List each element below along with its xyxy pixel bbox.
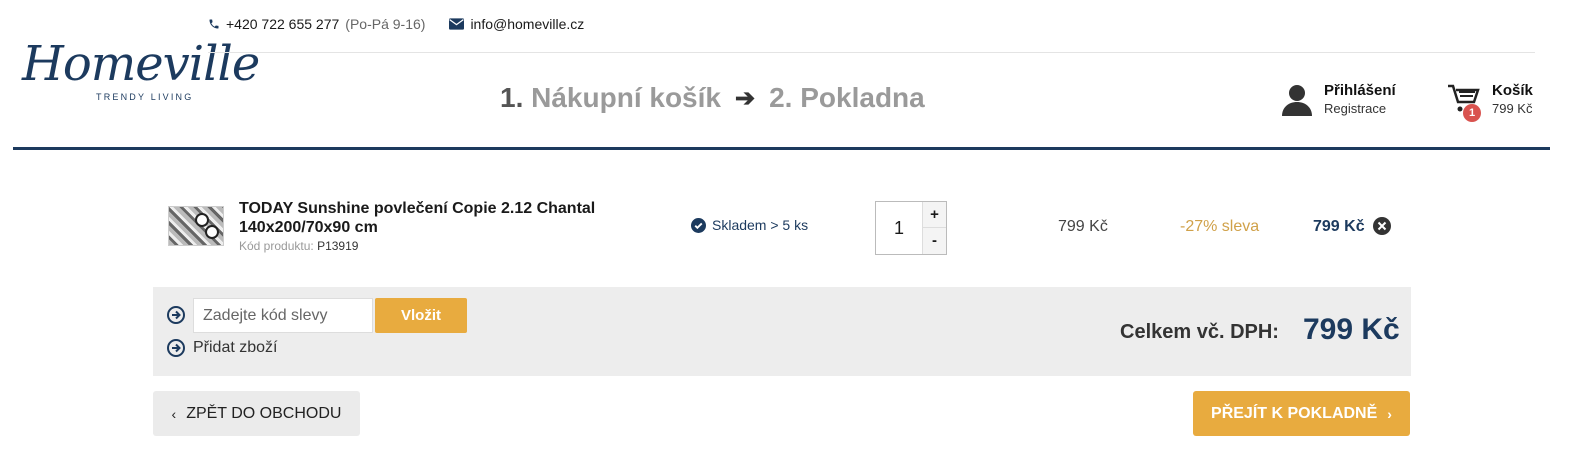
cart-label: Košík [1492,82,1533,99]
header-divider [208,52,1535,53]
chevron-right-icon: › [1387,405,1392,422]
account-menu[interactable]: Přihlášení Registrace [1280,82,1396,116]
total-value: 799 Kč [1303,313,1400,346]
quantity-increase-button[interactable]: + [922,202,946,228]
product-code-label: Kód produktu: [239,239,314,253]
cart-amount: 799 Kč [1492,101,1533,116]
user-icon [1282,85,1312,116]
proceed-to-checkout-button[interactable]: PŘEJÍT K POKLADNĚ › [1193,391,1410,436]
quantity-input[interactable]: 1 [876,202,922,254]
cart-item-row: TODAY Sunshine povlečení Copie 2.12 Chan… [153,190,1411,270]
quantity-decrease-button[interactable]: - [922,228,946,254]
quantity-stepper: 1 + - [875,201,947,255]
opening-hours: (Po-Pá 9-16) [345,16,426,32]
check-circle-icon [691,217,706,233]
item-total: 799 Kč [1313,218,1365,235]
total-label: Celkem vč. DPH: [1120,321,1279,343]
contact-bar: +420 722 655 277 (Po-Pá 9-16) info@homev… [208,16,608,32]
header-cart[interactable]: 1 Košík 799 Kč [1447,82,1533,122]
cart-count-badge: 1 [1463,104,1481,122]
proceed-to-checkout-label: PŘEJÍT K POKLADNĚ [1211,404,1378,422]
add-products-link[interactable]: Přidat zboží [193,339,277,357]
arrow-right-circle-icon [167,306,185,324]
product-code: Kód produktu: P13919 [239,239,358,253]
logo-wordmark: Homeville [22,36,260,92]
email-contact[interactable]: info@homeville.cz [449,16,584,32]
phone-number: +420 722 655 277 [226,16,340,32]
back-to-shop-button[interactable]: ‹ ZPĚT DO OBCHODU [153,391,360,436]
checkout-steps: 1. Nákupní košík ➔ 2. Pokladna [500,82,925,114]
logo-tagline: TRENDY LIVING [96,92,194,102]
phone-contact[interactable]: +420 722 655 277 (Po-Pá 9-16) [208,16,425,32]
discount-label: -27% sleva [1180,218,1260,235]
stock-status: Skladem > 5 ks [691,217,808,233]
cart-summary-band: Vložit Přidat zboží Celkem vč. DPH: 799 … [153,287,1411,376]
step1-label[interactable]: Nákupní košík [531,82,721,114]
login-link[interactable]: Přihlášení [1324,82,1396,99]
remove-item-button[interactable] [1373,217,1391,240]
email-address: info@homeville.cz [470,16,585,32]
homeville-logo[interactable]: Homeville TRENDY LIVING [22,36,260,110]
step2-number: 2. [769,82,793,113]
product-thumbnail[interactable] [168,206,224,246]
stock-text: Skladem > 5 ks [712,217,809,233]
product-code-value: P13919 [317,239,359,253]
envelope-icon [449,18,465,30]
step1-number: 1. [500,82,524,113]
arrow-right-circle-icon [167,339,185,357]
phone-icon [209,19,219,29]
chevron-left-icon: ‹ [171,405,177,422]
product-name[interactable]: TODAY Sunshine povlečení Copie 2.12 Chan… [239,199,619,237]
unit-price: 799 Kč [1058,218,1108,235]
apply-coupon-button[interactable]: Vložit [375,298,467,333]
coupon-code-input[interactable] [193,298,373,333]
register-link[interactable]: Registrace [1324,101,1396,116]
close-icon [1373,217,1391,235]
header-bottom-border [13,147,1550,150]
step-arrow-icon: ➔ [734,84,756,112]
back-to-shop-label: ZPĚT DO OBCHODU [186,404,342,422]
step2-label[interactable]: Pokladna [800,82,924,114]
